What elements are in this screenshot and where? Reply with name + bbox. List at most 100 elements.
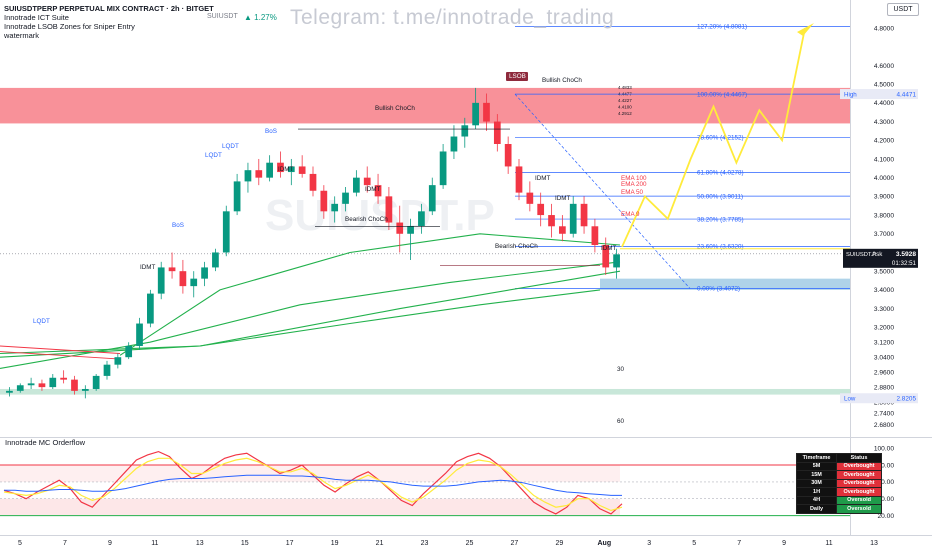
status-cell: Overbought xyxy=(836,461,882,471)
x-tick-label: 21 xyxy=(376,540,384,547)
y-tick-label: 3.0400 xyxy=(874,354,895,361)
candle xyxy=(537,203,545,216)
status-cell: Oversold xyxy=(836,495,882,505)
chart-annotation: LQDT xyxy=(33,318,50,325)
candle xyxy=(244,170,252,182)
table-header: Status xyxy=(836,453,882,463)
candle xyxy=(309,173,317,191)
currency-button[interactable]: USDT xyxy=(887,3,919,16)
oscillator-y-tick-label: 20.00 xyxy=(877,513,894,520)
candle xyxy=(526,192,534,204)
table-row: Daily Oversold xyxy=(795,504,882,514)
y-tick-label: 4.0000 xyxy=(874,175,895,182)
indicator-watermark[interactable]: watermark xyxy=(4,31,39,40)
low-price-tag-label: Low xyxy=(844,396,856,403)
zone-level-label: 4.4227 xyxy=(618,98,632,103)
candle xyxy=(428,185,436,212)
chart-title: SUIUSDTPERP PERPETUAL MIX CONTRACT · 2h … xyxy=(4,4,214,13)
candle xyxy=(168,267,176,272)
x-tick-label: 9 xyxy=(108,540,112,547)
y-tick-label: 4.5000 xyxy=(874,81,895,88)
chart-annotation: LSOB xyxy=(509,73,526,80)
candle xyxy=(580,203,588,227)
ask-label: Ask xyxy=(872,251,883,258)
table-header-row: Timeframe Status xyxy=(795,453,882,463)
chart-annotation: 60 xyxy=(617,418,625,425)
table-row: 1H Overbought xyxy=(795,487,882,497)
candle xyxy=(353,177,360,193)
oscillator-title: Innotrade MC Orderflow xyxy=(5,438,86,447)
chart-annotation: EMA 9 xyxy=(621,211,640,218)
chart-root: SUIUSDT.P 4.4833 4.4477 4.4227 4.4100 4.2912 1… xyxy=(0,0,932,550)
timeframe-status-table: Timeframe Status 5M Overbought 15M Overbou… xyxy=(795,453,882,514)
candle xyxy=(190,278,198,287)
y-tick-label: 4.3000 xyxy=(874,119,895,126)
x-tick-label: 11 xyxy=(151,540,158,547)
chart-annotation: BoS xyxy=(265,128,277,135)
candle xyxy=(60,377,67,380)
timeframe-cell: 15M xyxy=(795,470,838,480)
candle xyxy=(212,252,219,268)
y-tick-label: 3.8000 xyxy=(874,212,895,219)
price-change: ▲ 1.27% xyxy=(244,13,277,22)
timeframe-cell: 4H xyxy=(795,495,838,505)
fib-level-label: 38.20% (3.7785) xyxy=(697,216,744,223)
candle xyxy=(396,222,404,234)
y-tick-label: 4.4000 xyxy=(874,100,895,107)
x-tick-label: 5 xyxy=(692,540,696,547)
chart-annotation: IDMT xyxy=(278,166,294,173)
candle xyxy=(92,375,100,389)
y-tick-label: 2.6800 xyxy=(874,422,895,429)
timeframe-cell: 5M xyxy=(795,461,838,471)
low-price-tag-value: 2.8205 xyxy=(896,396,916,403)
zone-level-label: 4.2912 xyxy=(618,111,632,116)
candle xyxy=(222,211,230,253)
chart-annotation: 30 xyxy=(617,366,625,373)
candle xyxy=(81,388,89,391)
fib-level-label: 78.60% (4.2152) xyxy=(697,135,744,142)
candle xyxy=(548,215,555,227)
table-row: 30M Overbought xyxy=(795,478,882,488)
candle xyxy=(504,144,512,167)
chart-annotation: Bearish ChoCh xyxy=(495,243,538,250)
symbol-badge: SUIUSDT xyxy=(207,13,238,20)
candle xyxy=(103,364,111,376)
chart-annotation: IDMT xyxy=(601,245,617,252)
y-tick-label: 4.1000 xyxy=(874,156,895,163)
candle xyxy=(233,181,241,212)
x-tick-label: 27 xyxy=(511,540,519,547)
indicator-ict-suite[interactable]: Innotrade ICT Suite xyxy=(4,13,69,22)
chart-annotation: LQDT xyxy=(205,152,222,159)
candle xyxy=(157,267,165,294)
high-price-tag-value: 4.4471 xyxy=(896,91,916,98)
candle xyxy=(27,383,35,386)
x-tick-label: 11 xyxy=(825,540,832,547)
x-tick-label: Aug xyxy=(598,540,612,547)
chart-annotation: EMA 200 xyxy=(621,181,647,188)
candle xyxy=(147,293,154,324)
chart-annotation: Bullish ChoCh xyxy=(375,105,415,112)
candle xyxy=(49,377,57,388)
chart-annotation: Bearish ChoCh xyxy=(345,216,388,223)
price-chart[interactable]: SUIUSDT.P4.48334.44774.42274.41004.29121… xyxy=(0,0,932,550)
candle xyxy=(179,271,187,287)
y-tick-label: 2.7400 xyxy=(874,411,895,418)
y-tick-label: 3.3000 xyxy=(874,306,895,313)
timeframe-cell: 30M xyxy=(795,478,838,488)
x-tick-label: 7 xyxy=(737,540,741,547)
candle xyxy=(6,390,13,393)
chart-annotation: IDMT xyxy=(140,264,156,271)
y-tick-label: 2.8800 xyxy=(874,384,895,391)
candle xyxy=(569,203,577,234)
candle xyxy=(483,102,490,122)
chart-annotation: BoS xyxy=(172,222,184,229)
timeframe-cell: 1H xyxy=(795,487,838,497)
table-row: 15M Overbought xyxy=(795,470,882,480)
candle xyxy=(136,323,143,346)
candle xyxy=(114,357,122,365)
indicator-lsob-zones[interactable]: Innotrade LSOB Zones for Sniper Entry xyxy=(4,22,135,31)
overbought-band xyxy=(0,465,620,482)
chart-annotation: IDMT xyxy=(365,186,381,193)
y-tick-label: 3.2000 xyxy=(874,325,895,332)
table-row: 4H Oversold xyxy=(795,495,882,505)
